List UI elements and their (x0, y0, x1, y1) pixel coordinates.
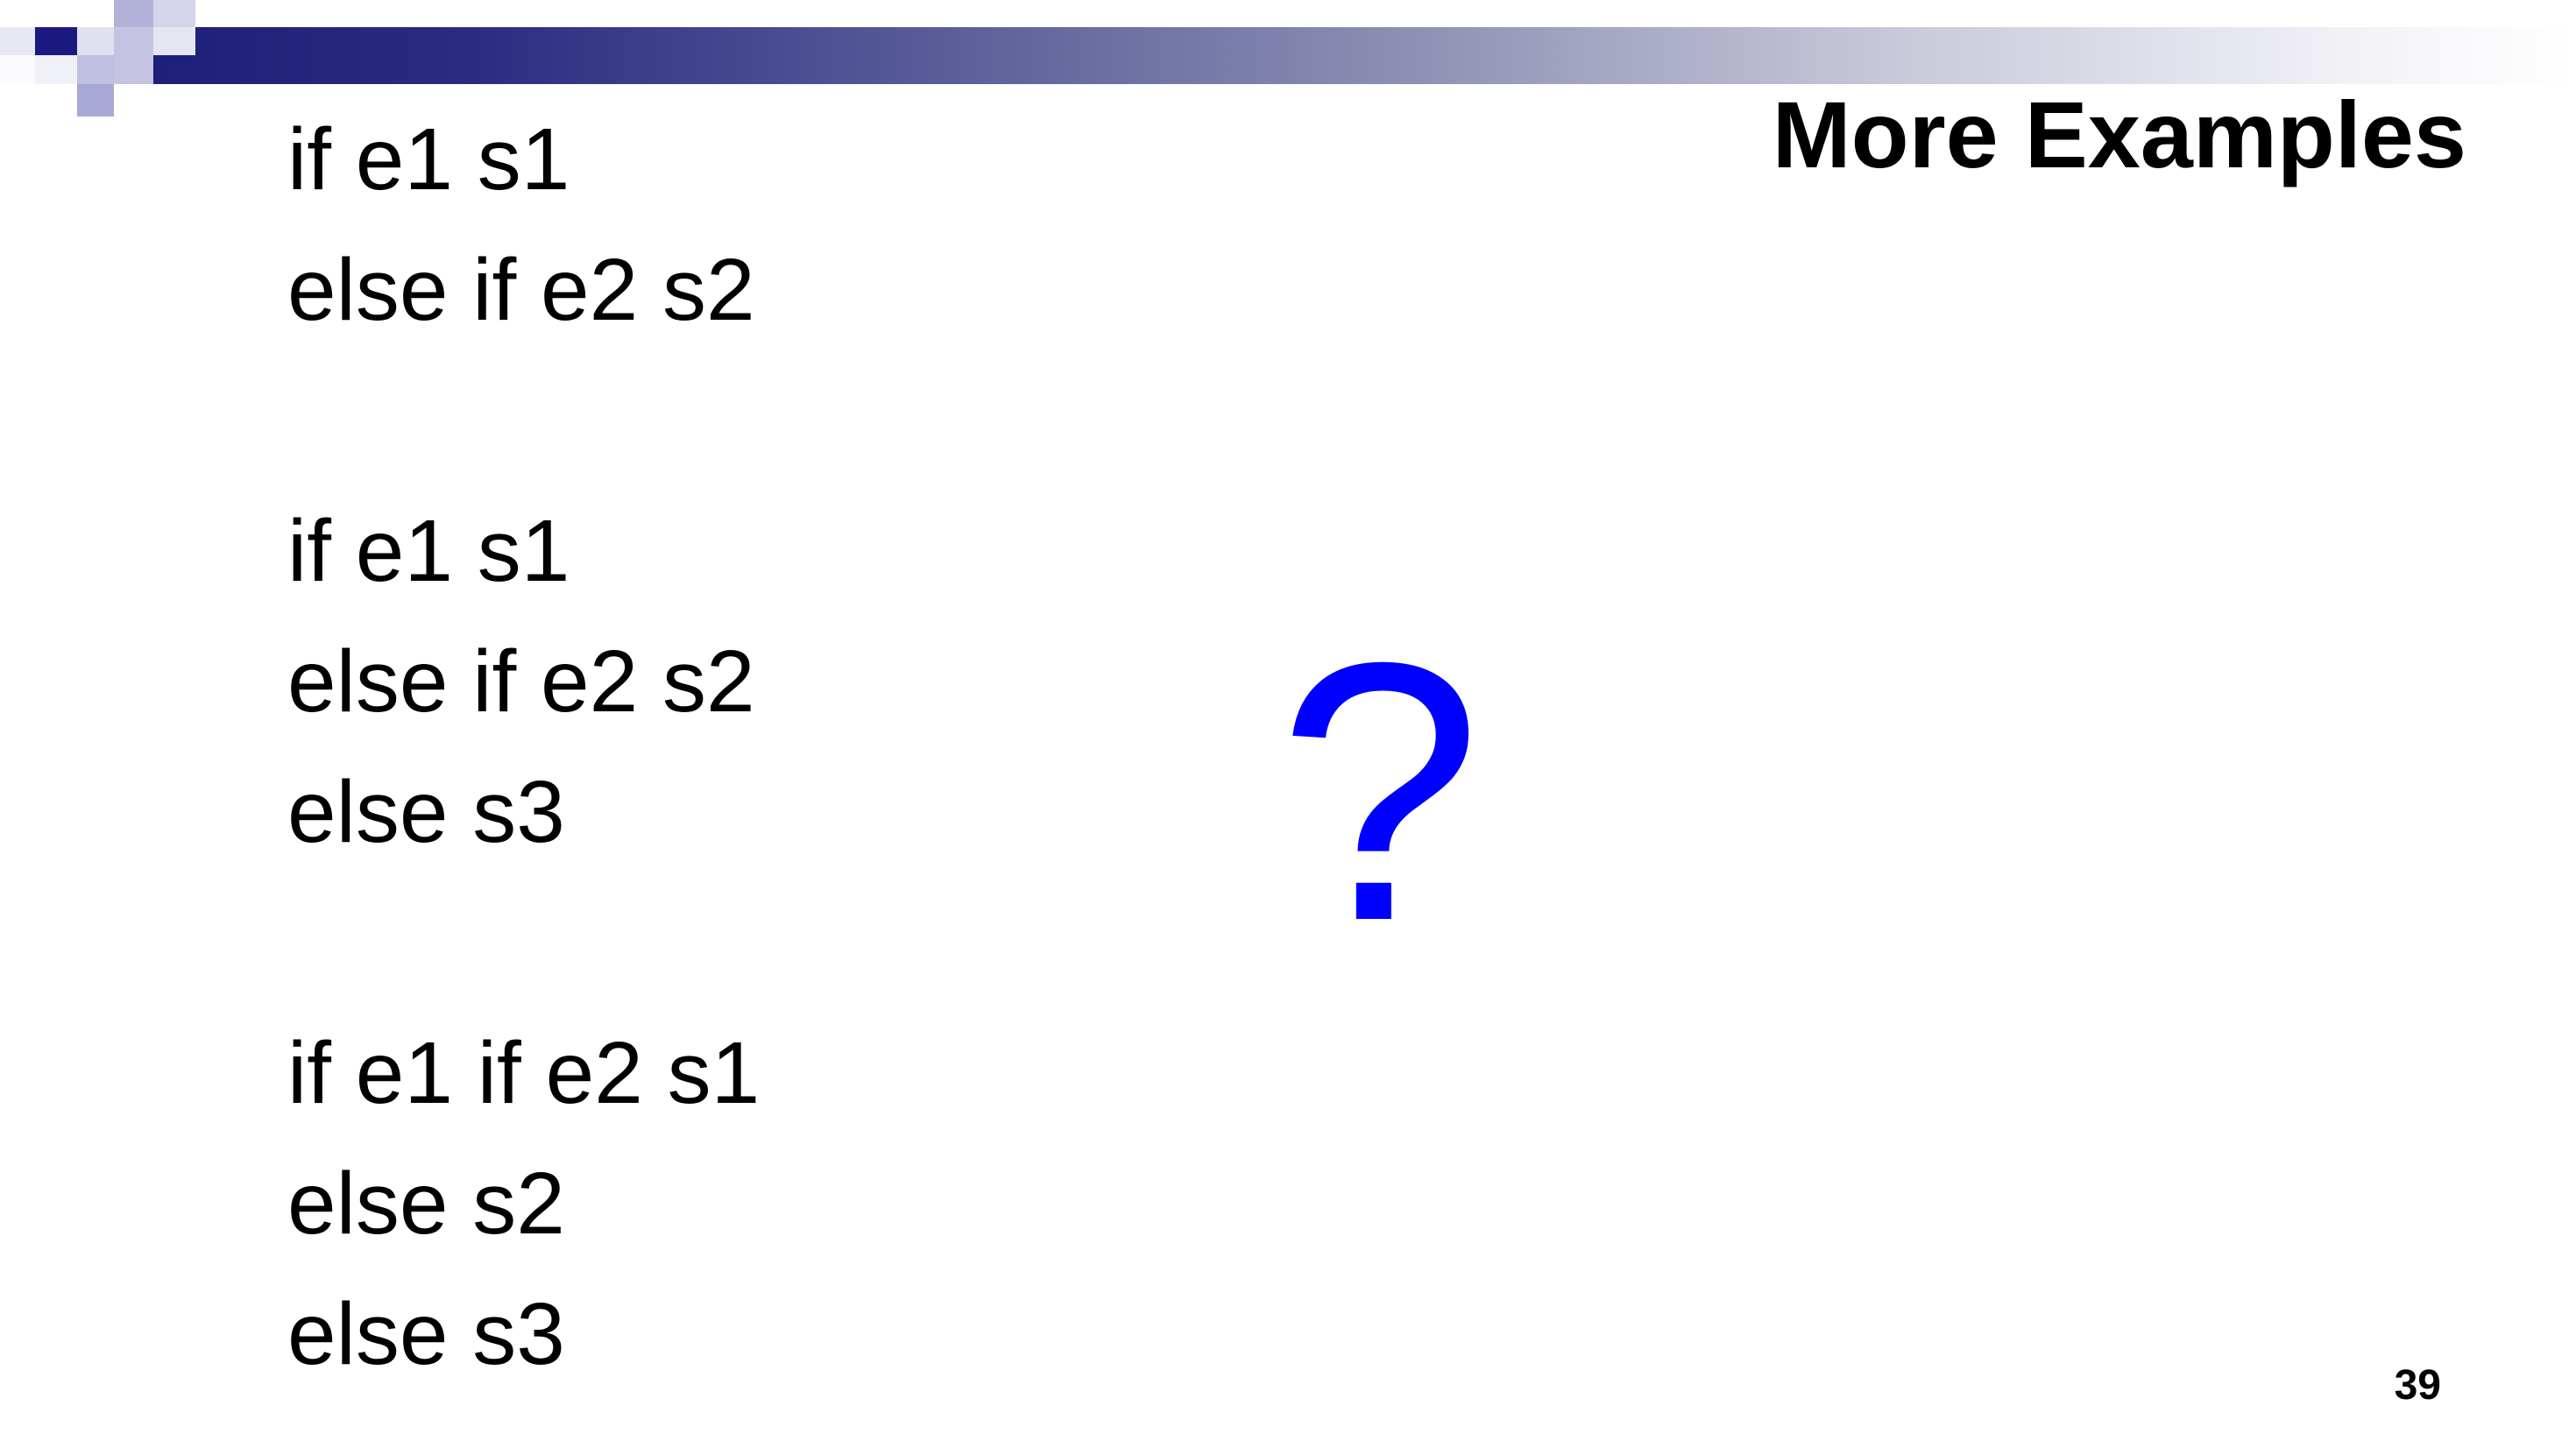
header-decor-square (153, 27, 195, 55)
code-line: else s3 (287, 1285, 565, 1383)
header-gradient-bar (131, 27, 2576, 84)
question-mark: ? (1277, 587, 1483, 998)
header-decor-square (77, 27, 114, 55)
header-decor-square (0, 27, 35, 55)
header-decor-square (35, 55, 77, 84)
code-line: if e1 if e2 s1 (287, 1024, 761, 1122)
header-decor-square (114, 27, 153, 84)
code-line: if e1 s1 (287, 502, 570, 600)
code-line: else s2 (287, 1155, 565, 1253)
code-line: else if e2 s2 (287, 632, 755, 731)
header-decor-square (0, 55, 35, 84)
header-decor-square (114, 0, 153, 27)
slide-title: More Examples (1772, 81, 2466, 187)
code-line-blank (287, 890, 760, 1021)
header-decor-square (35, 27, 77, 55)
header-decor-square (153, 0, 195, 27)
code-line: if e1 s1 (287, 110, 570, 208)
code-line: else if e2 s2 (287, 241, 755, 339)
code-line: else s3 (287, 763, 565, 861)
header-decor-square (77, 55, 114, 84)
code-line-blank (287, 368, 760, 498)
header-decor-square (77, 84, 114, 117)
page-number: 39 (2394, 1362, 2441, 1409)
code-examples: if e1 s1 else if e2 s2 if e1 s1 else if … (287, 107, 760, 1412)
